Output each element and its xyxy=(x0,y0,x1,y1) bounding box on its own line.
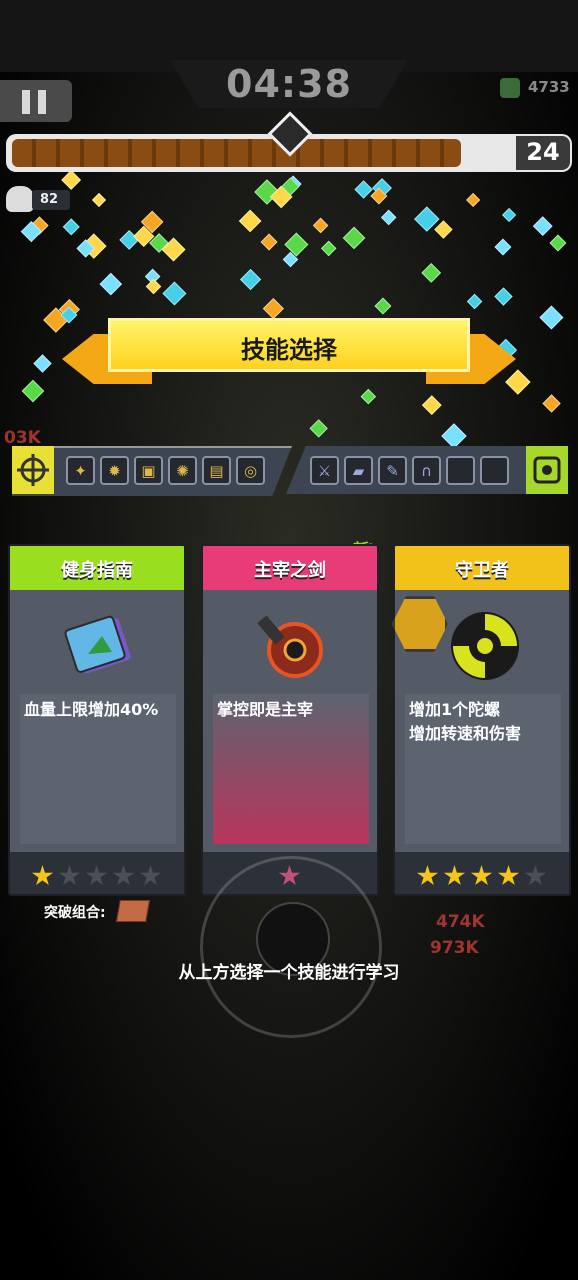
xp-gem-icon xyxy=(238,209,262,233)
description-line: 增加1个陀螺 xyxy=(409,700,501,719)
xp-gem-icon xyxy=(260,233,279,251)
empty-passive-slot xyxy=(480,456,509,485)
guardian-spinner-icon xyxy=(451,612,519,680)
card-title: 守卫者 xyxy=(455,560,509,581)
card-description: 增加1个陀螺 增加转速和伤害 xyxy=(409,698,561,746)
xp-gem-icon xyxy=(162,281,187,306)
xp-gem-icon xyxy=(62,218,80,237)
star-filled-icon xyxy=(443,865,466,886)
star-empty-icon xyxy=(139,865,162,886)
star-empty-icon xyxy=(524,865,547,886)
xp-gem-icon xyxy=(493,286,513,306)
passive-slot: ▰ xyxy=(344,456,373,485)
xp-gem-icon xyxy=(532,215,553,236)
card-description: 血量上限增加40% xyxy=(24,698,176,722)
star-filled-icon xyxy=(416,865,439,886)
xp-gem-icon xyxy=(539,305,564,330)
passive-slot: ✎ xyxy=(378,456,407,485)
xp-gem-icon xyxy=(374,297,391,315)
skill-card-fitness-guide[interactable]: 健身指南 血量上限增加40% xyxy=(8,544,186,896)
xp-bar-fill xyxy=(12,139,461,167)
card-title: 健身指南 xyxy=(61,560,133,581)
enemy-count: 82 xyxy=(40,192,59,207)
xp-gem-icon xyxy=(422,395,442,415)
description-line: 掌控即是主宰 xyxy=(217,700,314,719)
xp-gem-icon xyxy=(542,394,562,413)
xp-gem-icon xyxy=(342,226,365,250)
star-filled-icon xyxy=(497,865,520,886)
brick-icon xyxy=(116,900,150,922)
game-timer: 04:38 xyxy=(226,62,352,106)
card-title: 主宰之剑 xyxy=(254,560,326,581)
hint-text: 从上方选择一个技能进行学习 xyxy=(178,963,400,983)
xp-gem-icon xyxy=(434,220,453,239)
damage-number: 973K xyxy=(430,938,479,958)
xp-gem-icon xyxy=(360,389,376,405)
xp-gem-icon xyxy=(100,272,123,295)
xp-gem-icon xyxy=(501,207,517,222)
xp-gem-icon xyxy=(33,354,52,373)
damage-number: 474K xyxy=(436,912,485,932)
pause-icon xyxy=(38,90,46,114)
skill-card-sovereign-sword[interactable]: 主宰之剑 掌控即是主宰 xyxy=(201,544,379,896)
card-description: 掌控即是主宰 xyxy=(217,698,369,722)
xp-gem-icon xyxy=(263,297,285,319)
pause-button[interactable] xyxy=(0,80,72,122)
xp-gem-icon xyxy=(91,192,106,207)
description-line: 血量上限增加40% xyxy=(24,700,159,719)
skull-icon xyxy=(6,186,34,212)
star-rating xyxy=(10,852,184,894)
weapon-slot: ▤ xyxy=(202,456,231,485)
star-empty-icon xyxy=(85,865,108,886)
xp-gem-icon xyxy=(61,170,82,191)
kill-icon xyxy=(500,78,520,98)
weapon-slot: ◎ xyxy=(236,456,265,485)
xp-gem-icon xyxy=(494,238,512,255)
star-empty-icon xyxy=(58,865,81,886)
game-scene: 03K 474K 973K 04:38 4733 24 82 技能选择 ✦ ✹ ▣ ✺… xyxy=(0,0,578,1280)
weapon-slot: ✺ xyxy=(168,456,197,485)
crosshair-icon xyxy=(17,454,49,486)
crosshair-icon xyxy=(12,446,54,494)
xp-gem-icon xyxy=(420,263,441,284)
star-empty-icon xyxy=(112,865,135,886)
xp-gem-icon xyxy=(466,294,483,310)
star-filled-icon xyxy=(470,865,493,886)
pause-icon xyxy=(22,90,30,114)
passive-gear-icon xyxy=(526,446,568,494)
page-title: 技能选择 xyxy=(241,336,337,364)
weapon-slot: ▣ xyxy=(134,456,163,485)
xp-gem-icon xyxy=(380,209,397,226)
weapon-slot: ✦ xyxy=(66,456,95,485)
xp-gem-icon xyxy=(320,240,337,257)
passive-slot: ⚔ xyxy=(310,456,339,485)
sovereign-sword-icon xyxy=(257,615,323,678)
xp-gem-icon xyxy=(239,268,261,291)
empty-passive-slot xyxy=(446,456,475,485)
passive-slot: ∩ xyxy=(412,456,441,485)
star-filled-icon xyxy=(31,865,54,886)
fitness-book-icon xyxy=(64,615,131,674)
kill-count: 4733 xyxy=(528,78,570,96)
xp-gem-icon xyxy=(313,217,329,234)
combo-label: 突破组合: xyxy=(44,905,106,921)
xp-gem-icon xyxy=(441,423,467,449)
xp-gem-icon xyxy=(21,379,44,402)
xp-gem-icon xyxy=(466,193,481,208)
player-level: 24 xyxy=(526,138,560,166)
xp-gem-icon xyxy=(505,368,531,394)
xp-gem-icon xyxy=(145,279,162,295)
weapon-slot: ✹ xyxy=(100,456,129,485)
xp-gem-icon xyxy=(549,234,567,252)
star-rating xyxy=(395,852,569,894)
description-line: 增加转速和伤害 xyxy=(409,724,522,743)
damage-number: 03K xyxy=(4,428,41,448)
xp-gem-icon xyxy=(308,419,328,439)
passive-gear-icon xyxy=(533,456,561,484)
